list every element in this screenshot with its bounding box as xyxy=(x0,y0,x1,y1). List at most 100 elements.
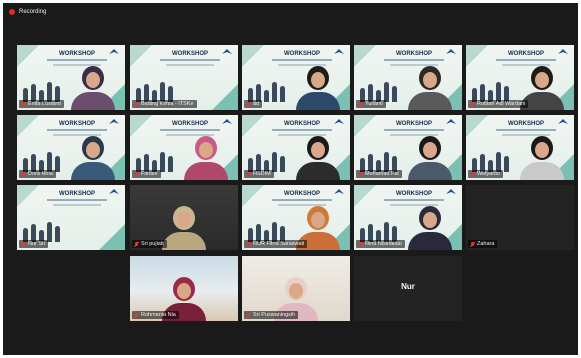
participant-name-tag: Erlita Lusianti xyxy=(19,100,65,108)
logo-bird-icon xyxy=(109,189,119,194)
participant-tile[interactable]: Rohmania Nia xyxy=(130,256,238,321)
muted-mic-icon xyxy=(358,101,363,107)
recording-label: Recording xyxy=(19,9,47,15)
participant-tile[interactable]: WORKSHOP Widyanto xyxy=(466,115,574,180)
participant-name-tag: Bidang Kimia - ITSKe xyxy=(132,100,197,108)
participant-name: HSDIM xyxy=(253,171,271,177)
logo-bird-icon xyxy=(558,49,568,54)
muted-mic-icon xyxy=(134,101,139,107)
muted-mic-icon xyxy=(358,171,363,177)
participant-video xyxy=(70,130,115,180)
slide-title: WORKSHOP xyxy=(59,121,95,127)
muted-mic-icon xyxy=(470,101,475,107)
participant-name-tag: Widyanto xyxy=(468,170,503,178)
muted-mic-icon xyxy=(246,101,251,107)
slide-illustration xyxy=(136,76,176,102)
slide-title: WORKSHOP xyxy=(396,191,432,197)
participant-name: Yulianti xyxy=(365,101,383,107)
participant-name: Zahara xyxy=(477,241,495,247)
participant-tile[interactable]: WORKSHOP HSDIM xyxy=(242,115,350,180)
logo-bird-icon xyxy=(334,49,344,54)
participant-video xyxy=(70,60,115,110)
muted-mic-icon xyxy=(470,241,475,247)
participant-name: Rohmania Nia xyxy=(141,312,176,318)
participant-tile[interactable]: Zahara xyxy=(466,185,574,250)
participant-tile[interactable]: WORKSHOP Robiah Adi Wardani xyxy=(466,45,574,110)
logo-bird-icon xyxy=(334,119,344,124)
logo-bird-icon xyxy=(558,119,568,124)
participant-tile[interactable]: Sri pujiati xyxy=(130,185,238,250)
participant-tile[interactable]: Nur xyxy=(354,256,462,321)
participant-tile[interactable]: WORKSHOP Nina Nisinaidai xyxy=(354,185,462,250)
slide-illustration xyxy=(472,146,512,172)
muted-mic-icon xyxy=(134,312,139,318)
participant-tile[interactable]: WORKSHOP Nur Sh xyxy=(17,185,125,250)
participant-name: Dora Hiria xyxy=(28,171,53,177)
muted-mic-icon xyxy=(134,171,139,177)
slide-illustration xyxy=(23,216,63,242)
participant-name-tag: NUR Fitria Saraswati xyxy=(244,240,308,248)
participant-name-tag: Robiah Adi Wardani xyxy=(468,100,529,108)
slide-title: WORKSHOP xyxy=(508,121,544,127)
slide-title: WORKSHOP xyxy=(59,51,95,57)
participant-name: ad xyxy=(253,101,260,107)
slide-illustration xyxy=(360,146,400,172)
muted-mic-icon xyxy=(246,241,251,247)
slide-title: WORKSHOP xyxy=(284,121,320,127)
participant-name-tag: Mohamad Fai xyxy=(356,170,402,178)
participant-name: Mohamad Fai xyxy=(365,171,399,177)
participant-tile[interactable]: WORKSHOP NUR Fitria Saraswati xyxy=(242,185,350,250)
participant-video xyxy=(183,130,228,180)
participant-name: Nur Sh xyxy=(28,241,46,247)
participant-name-tag: Sri pujiati xyxy=(132,240,167,248)
participant-video xyxy=(407,200,452,250)
participant-tile[interactable]: WORKSHOP Yulianti xyxy=(354,45,462,110)
muted-mic-icon xyxy=(21,241,26,247)
participant-tile[interactable]: Sri Puswaningsih xyxy=(242,256,350,321)
participant-tile[interactable]: WORKSHOP ad xyxy=(242,45,350,110)
participant-name: Sri pujiati xyxy=(141,241,164,247)
participant-name-tag: Sri Puswaningsih xyxy=(244,311,299,319)
slide-illustration xyxy=(360,76,400,102)
recording-indicator: Recording xyxy=(9,9,46,15)
muted-mic-icon xyxy=(470,171,475,177)
logo-bird-icon xyxy=(109,119,119,124)
slide-illustration xyxy=(248,146,288,172)
logo-bird-icon xyxy=(446,119,456,124)
participant-tile[interactable]: WORKSHOP Mohamad Fai xyxy=(354,115,462,180)
participant-tile[interactable]: WORKSHOP Dora Hiria xyxy=(17,115,125,180)
muted-mic-icon xyxy=(246,312,251,318)
slide-illustration xyxy=(360,216,400,242)
slide-illustration xyxy=(248,216,288,242)
slide-title: WORKSHOP xyxy=(172,51,208,57)
participant-name: Bidang Kimia - ITSKe xyxy=(141,101,194,107)
slide-illustration xyxy=(136,146,176,172)
participant-name: Fitriani xyxy=(141,171,158,177)
participant-video xyxy=(519,130,564,180)
participant-video xyxy=(407,130,452,180)
participant-name-tag: Rohmania Nia xyxy=(132,311,179,319)
slide-title: WORKSHOP xyxy=(172,121,208,127)
participant-name-tag: Fitriani xyxy=(132,170,161,178)
muted-mic-icon xyxy=(358,241,363,247)
muted-mic-icon xyxy=(21,101,26,107)
logo-bird-icon xyxy=(109,49,119,54)
participant-name-tag: HSDIM xyxy=(244,170,274,178)
muted-mic-icon xyxy=(246,171,251,177)
participant-name: Widyanto xyxy=(477,171,500,177)
muted-mic-icon xyxy=(21,171,26,177)
slide-title: WORKSHOP xyxy=(396,51,432,57)
participant-name: Robiah Adi Wardani xyxy=(477,101,526,107)
slide-illustration xyxy=(23,76,63,102)
participant-video xyxy=(295,60,340,110)
participant-name-tag: Zahara xyxy=(468,240,498,248)
logo-bird-icon xyxy=(222,119,232,124)
participant-name: NUR Fitria Saraswati xyxy=(253,241,305,247)
participant-tile[interactable]: WORKSHOP Erlita Lusianti xyxy=(17,45,125,110)
logo-bird-icon xyxy=(334,189,344,194)
participant-tile[interactable]: WORKSHOP Bidang Kimia - ITSKe xyxy=(130,45,238,110)
slide-title: WORKSHOP xyxy=(396,121,432,127)
slide-illustration xyxy=(23,146,63,172)
logo-bird-icon xyxy=(446,49,456,54)
participant-tile[interactable]: WORKSHOP Fitriani xyxy=(130,115,238,180)
